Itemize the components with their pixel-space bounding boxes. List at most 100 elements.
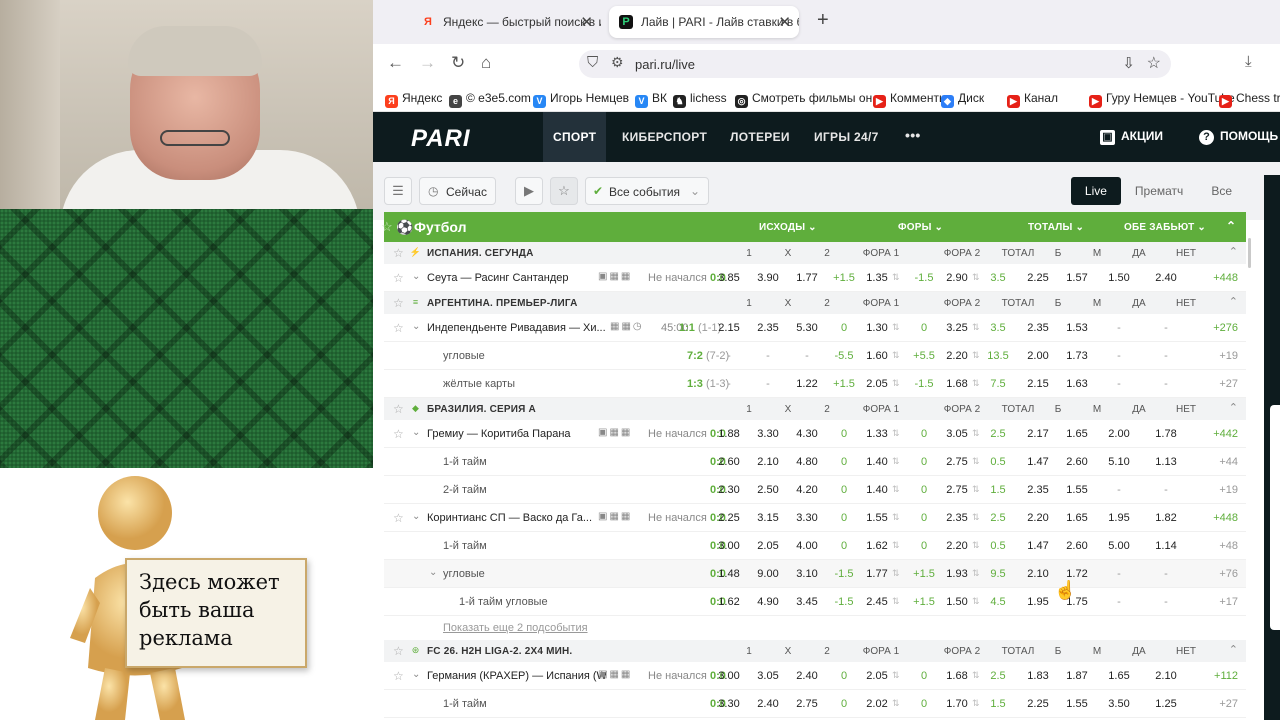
odds-cell[interactable]: 7.5 <box>979 378 1017 390</box>
odds-cell[interactable]: 2.00 <box>1100 428 1138 440</box>
odds-cell[interactable]: 3.5 <box>979 322 1017 334</box>
odds-cell[interactable]: 1.5 <box>979 698 1017 710</box>
nav-sport[interactable]: СПОРТ <box>543 112 607 162</box>
bookmark-0[interactable]: Я Яндекс <box>385 91 442 108</box>
stats-icon[interactable]: ▣▦▦ <box>598 669 632 680</box>
odds-cell[interactable]: 2.10 <box>1147 670 1185 682</box>
odds-cell[interactable]: 2.75 <box>938 456 976 468</box>
address-bar[interactable]: ⛉ ⚙ pari.ru/live ⇩ ☆ <box>579 50 1171 78</box>
collapse-icon[interactable]: ⌃ <box>1229 295 1238 308</box>
stats-icon[interactable]: ▣▦▦ <box>598 427 632 438</box>
nav-games[interactable]: ИГРЫ 24/7 <box>804 112 889 162</box>
event-name[interactable]: Гремиу — Коритиба Парана <box>427 428 571 440</box>
odds-cell[interactable]: 4.5 <box>979 596 1017 608</box>
odds-cell[interactable]: 3.25 <box>938 322 976 334</box>
event-name[interactable]: 1-й тайм <box>443 540 487 552</box>
odds-cell[interactable]: 3.15 <box>749 512 787 524</box>
odds-cell[interactable]: 2.02 <box>858 698 896 710</box>
odds-cell[interactable]: 1.62 <box>710 596 748 608</box>
now-button[interactable]: ◷ Сейчас <box>419 177 496 205</box>
more-markets-link[interactable]: +44 <box>1219 456 1238 468</box>
group-outcomes[interactable]: ИСХОДЫ ⌄ <box>759 222 817 233</box>
event-row[interactable]: ☆ ⌄ Индепендьенте Ривадавия — Хи... ▦▦◷ 45:0… <box>384 314 1246 342</box>
odds-cell[interactable]: 2.5 <box>979 512 1017 524</box>
bookmark-3[interactable]: V ВК <box>635 91 667 108</box>
chevron-down-icon[interactable]: ⌄ <box>412 271 420 282</box>
odds-cell[interactable]: 1.87 <box>1058 670 1096 682</box>
mode-live[interactable]: Live <box>1070 177 1121 205</box>
odds-cell[interactable]: 2.15 <box>710 322 748 334</box>
more-markets-link[interactable]: +19 <box>1219 484 1238 496</box>
star-icon[interactable]: ☆ <box>381 219 393 235</box>
collapse-icon[interactable]: ⌃ <box>1226 219 1236 233</box>
league-header[interactable]: ☆ ⚡ ИСПАНИЯ. СЕГУНДА 1 X 2 ФОРА 1 ФОРА 2 ТОТАЛ Б М… <box>384 242 1246 264</box>
stats-icon[interactable]: ▦▦◷ <box>610 321 644 332</box>
save-page-icon[interactable]: ⇩ <box>1122 54 1135 72</box>
group-both-score[interactable]: ОБЕ ЗАБЬЮТ ⌄ <box>1124 222 1206 233</box>
chevron-down-icon[interactable]: ⌄ <box>412 669 420 680</box>
odds-cell[interactable]: 1.77 <box>858 568 896 580</box>
odds-cell[interactable]: 2.20 <box>1019 512 1057 524</box>
star-icon[interactable]: ☆ <box>393 321 404 335</box>
close-icon[interactable]: ✕ <box>778 13 791 31</box>
league-header[interactable]: ☆ ≡ АРГЕНТИНА. ПРЕМЬЕР-ЛИГА 1 X 2 ФОРА 1 ФОРА 2… <box>384 292 1246 314</box>
odds-cell[interactable]: 1.55 <box>1058 484 1096 496</box>
forward-icon[interactable]: → <box>419 53 436 73</box>
odds-cell[interactable]: 1.65 <box>1058 428 1096 440</box>
odds-cell[interactable]: 5.00 <box>1100 540 1138 552</box>
odds-cell[interactable]: 2.5 <box>979 670 1017 682</box>
show-more-link[interactable]: Показать еще 2 подсобытия <box>443 622 588 634</box>
league-header[interactable]: ☆ ◆ БРАЗИЛИЯ. СЕРИЯ А 1 X 2 ФОРА 1 ФОРА 2 ТОТАЛ Б… <box>384 398 1246 420</box>
stats-icon[interactable]: ▣▦▦ <box>598 511 632 522</box>
star-icon[interactable]: ☆ <box>393 669 404 683</box>
more-menu-icon[interactable]: ••• <box>895 112 931 162</box>
new-tab-icon[interactable]: + <box>817 9 829 32</box>
group-handicaps[interactable]: ФОРЫ ⌄ <box>898 222 943 233</box>
more-markets-link[interactable]: +27 <box>1219 378 1238 390</box>
bookmark-2[interactable]: V Игорь Немцев <box>533 91 629 108</box>
event-name[interactable]: жёлтые карты <box>443 378 515 390</box>
odds-cell[interactable]: 2.25 <box>1019 272 1057 284</box>
odds-cell[interactable]: 1.93 <box>938 568 976 580</box>
pari-logo[interactable]: PARI <box>411 125 471 153</box>
odds-cell[interactable]: 2.35 <box>749 322 787 334</box>
all-events-select[interactable]: ✔ Все события ⌄ <box>585 177 709 205</box>
odds-cell[interactable]: 3.00 <box>710 540 748 552</box>
odds-cell[interactable]: 5.30 <box>788 322 826 334</box>
event-row[interactable]: ☆ ⌄ Германия (КРАХЕР) — Испания (W... ▣▦▦ Не… <box>384 662 1246 690</box>
odds-cell[interactable]: 1.13 <box>1147 456 1185 468</box>
more-markets-link[interactable]: +448 <box>1213 512 1238 524</box>
odds-cell[interactable]: 4.00 <box>788 540 826 552</box>
chevron-down-icon[interactable]: ⌄ <box>412 511 420 522</box>
event-row[interactable]: ☆ ⌄ Сеута — Расинг Сантандер ▣▦▦ Не начался 0… <box>384 264 1246 292</box>
odds-cell[interactable]: 3.05 <box>938 428 976 440</box>
bookmark-7[interactable]: ◆ Диск <box>941 91 984 108</box>
event-name[interactable]: 1-й тайм <box>443 456 487 468</box>
odds-cell[interactable]: 1.40 <box>858 456 896 468</box>
odds-cell[interactable]: 1.55 <box>1058 698 1096 710</box>
odds-cell[interactable]: 1.14 <box>1147 540 1185 552</box>
chevron-down-icon[interactable]: ⌄ <box>412 427 420 438</box>
stats-icon[interactable]: ▣▦▦ <box>598 271 632 282</box>
bookmark-star-icon[interactable]: ☆ <box>1147 53 1161 73</box>
odds-cell[interactable]: 1.30 <box>858 322 896 334</box>
odds-cell[interactable]: 2.75 <box>788 698 826 710</box>
tab-yandex[interactable]: Я Яндекс — быстрый поиск в ин ✕ <box>411 6 601 38</box>
event-name[interactable]: Индепендьенте Ривадавия — Хи... <box>427 322 606 334</box>
odds-cell[interactable]: 1.65 <box>1058 512 1096 524</box>
event-row[interactable]: 1-й тайм 0:0 3.30 2.40 2.75 0 2.02 0 1.70 1.5 2.25… <box>384 690 1246 718</box>
home-icon[interactable]: ⌂ <box>481 53 491 73</box>
shield-icon[interactable]: ⛉ <box>587 54 598 71</box>
more-markets-link[interactable]: +276 <box>1213 322 1238 334</box>
odds-cell[interactable]: 5.10 <box>1100 456 1138 468</box>
odds-cell[interactable]: 2.25 <box>710 512 748 524</box>
event-row[interactable]: ☆ ⌄ Гремиу — Коритиба Парана ▣▦▦ Не начался 0… <box>384 420 1246 448</box>
event-name[interactable]: Германия (КРАХЕР) — Испания (W... <box>427 670 607 682</box>
odds-cell[interactable]: 2.60 <box>710 456 748 468</box>
odds-cell[interactable]: 4.80 <box>788 456 826 468</box>
odds-cell[interactable]: 1.70 <box>938 698 976 710</box>
event-row[interactable]: 1-й тайм 0:0 2.60 2.10 4.80 0 1.40 0 2.75 0.5 1.47… <box>384 448 1246 476</box>
odds-cell[interactable]: 3.00 <box>710 670 748 682</box>
odds-cell[interactable]: 4.90 <box>749 596 787 608</box>
odds-cell[interactable]: 3.05 <box>749 670 787 682</box>
